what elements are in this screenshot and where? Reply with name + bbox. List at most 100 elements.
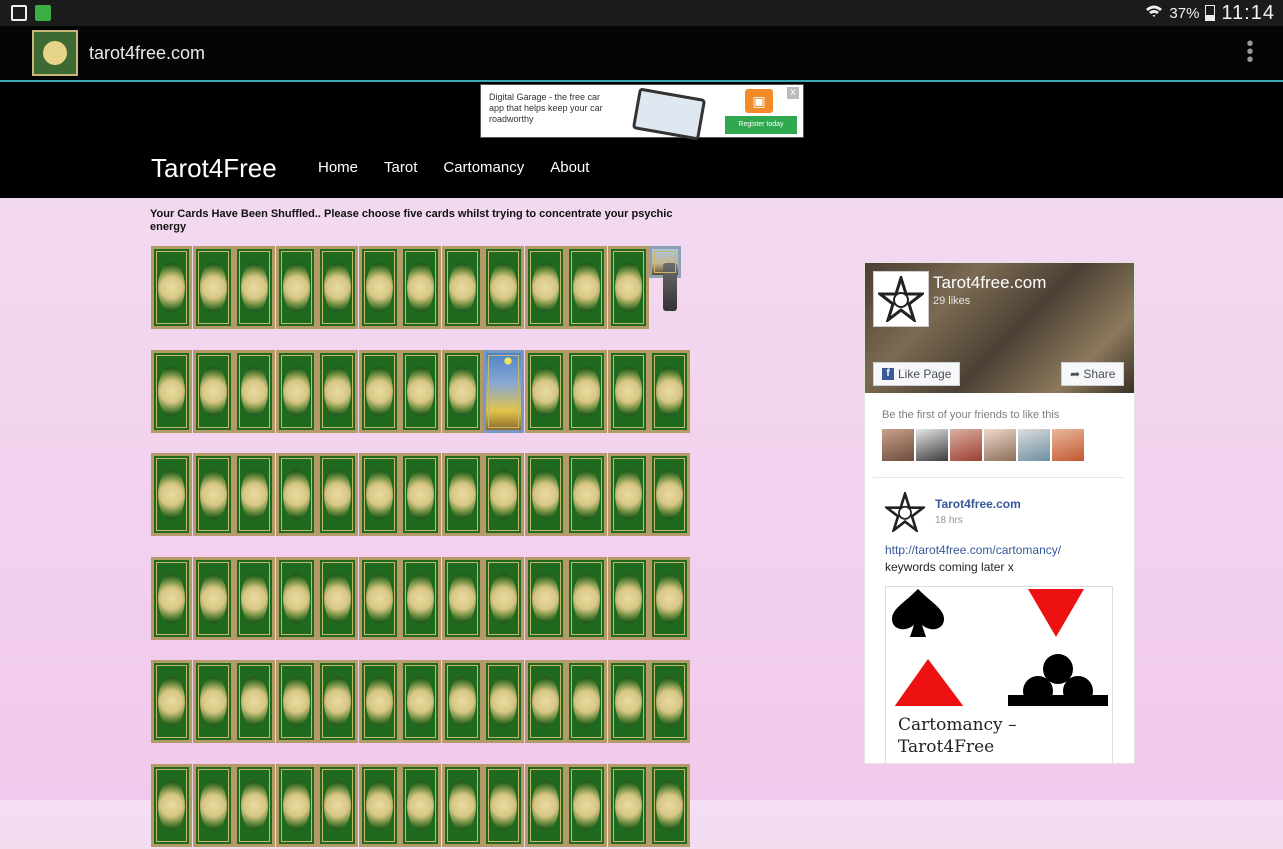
tarot-card-back[interactable] bbox=[234, 660, 275, 743]
tarot-card-back[interactable] bbox=[483, 557, 524, 640]
url-label[interactable]: tarot4free.com bbox=[89, 43, 205, 64]
fb-post-author[interactable]: Tarot4free.com bbox=[935, 497, 1021, 511]
ad-register-button[interactable]: Register today bbox=[725, 116, 797, 134]
fb-page-name[interactable]: Tarot4free.com bbox=[933, 273, 1046, 293]
tarot-card-back[interactable] bbox=[566, 660, 607, 743]
friend-avatar[interactable] bbox=[882, 429, 914, 461]
tarot-card-back[interactable] bbox=[317, 764, 358, 847]
tarot-card-back[interactable] bbox=[276, 350, 317, 433]
tarot-card-back[interactable] bbox=[317, 350, 358, 433]
tarot-card-back[interactable] bbox=[193, 453, 234, 536]
tarot-card-back[interactable] bbox=[649, 557, 690, 640]
tarot-card-back[interactable] bbox=[525, 453, 566, 536]
tarot-card-back[interactable] bbox=[234, 453, 275, 536]
tarot-card-back[interactable] bbox=[649, 350, 690, 433]
tarot-card-back[interactable] bbox=[400, 660, 441, 743]
tarot-card-back[interactable] bbox=[234, 557, 275, 640]
tarot-card-back[interactable] bbox=[193, 350, 234, 433]
fb-post-time[interactable]: 18 hrs bbox=[935, 515, 963, 526]
tarot-card-back[interactable] bbox=[317, 246, 358, 329]
tarot-card-back[interactable] bbox=[608, 764, 649, 847]
tarot-card-back[interactable] bbox=[234, 764, 275, 847]
tarot-card-back[interactable] bbox=[483, 453, 524, 536]
ad-close-icon[interactable]: x bbox=[787, 87, 799, 99]
tarot-card-back[interactable] bbox=[317, 557, 358, 640]
tarot-card-back[interactable] bbox=[276, 246, 317, 329]
tarot-card-back[interactable] bbox=[442, 350, 483, 433]
tarot-card-back[interactable] bbox=[151, 764, 192, 847]
tarot-card-back[interactable] bbox=[359, 453, 400, 536]
tarot-card-back[interactable] bbox=[400, 453, 441, 536]
friend-avatar[interactable] bbox=[1018, 429, 1050, 461]
friend-avatar[interactable] bbox=[984, 429, 1016, 461]
tarot-card-back[interactable] bbox=[483, 246, 524, 329]
tarot-card-back[interactable] bbox=[317, 453, 358, 536]
tarot-card-back[interactable] bbox=[234, 350, 275, 433]
tarot-card-back[interactable] bbox=[151, 246, 192, 329]
tarot-card-back[interactable] bbox=[525, 660, 566, 743]
ad-banner[interactable]: Digital Garage - the free car app that h… bbox=[480, 84, 804, 141]
tarot-card-back[interactable] bbox=[151, 660, 192, 743]
overflow-menu-icon[interactable]: • • • bbox=[1244, 34, 1256, 70]
tarot-card-back[interactable] bbox=[525, 764, 566, 847]
fb-share-button[interactable]: ➦ Share bbox=[1061, 362, 1125, 386]
tarot-card-back[interactable] bbox=[317, 660, 358, 743]
tarot-card-back[interactable] bbox=[483, 660, 524, 743]
tarot-card-back[interactable] bbox=[442, 557, 483, 640]
tarot-card-back[interactable] bbox=[566, 246, 607, 329]
fb-post-avatar[interactable] bbox=[882, 489, 928, 534]
tarot-card-back[interactable] bbox=[400, 246, 441, 329]
tarot-card-back[interactable] bbox=[442, 764, 483, 847]
tarot-card-back[interactable] bbox=[359, 246, 400, 329]
tarot-card-back[interactable] bbox=[193, 557, 234, 640]
tarot-card-back[interactable] bbox=[359, 350, 400, 433]
tarot-card-back[interactable] bbox=[483, 764, 524, 847]
tarot-card-back[interactable] bbox=[649, 453, 690, 536]
tarot-card-back[interactable] bbox=[608, 557, 649, 640]
nav-tarot[interactable]: Tarot bbox=[384, 159, 417, 176]
tarot-card-back[interactable] bbox=[649, 660, 690, 743]
tarot-card-back[interactable] bbox=[442, 660, 483, 743]
friend-avatar[interactable] bbox=[950, 429, 982, 461]
tarot-card-back[interactable] bbox=[193, 660, 234, 743]
tarot-card-back[interactable] bbox=[442, 246, 483, 329]
nav-home[interactable]: Home bbox=[318, 159, 358, 176]
tarot-card-back[interactable] bbox=[234, 246, 275, 329]
tarot-card-back[interactable] bbox=[151, 453, 192, 536]
tarot-card-back[interactable] bbox=[566, 453, 607, 536]
tarot-card-back[interactable] bbox=[442, 453, 483, 536]
tarot-card-back[interactable] bbox=[276, 557, 317, 640]
tarot-card-back[interactable] bbox=[525, 350, 566, 433]
tarot-card-back[interactable] bbox=[608, 660, 649, 743]
tarot-card-back[interactable] bbox=[566, 350, 607, 433]
tarot-card-back[interactable] bbox=[525, 557, 566, 640]
fb-like-page-button[interactable]: f Like Page bbox=[873, 362, 961, 386]
tarot-card-back[interactable] bbox=[276, 764, 317, 847]
tarot-card-back[interactable] bbox=[193, 764, 234, 847]
tarot-card-back[interactable] bbox=[359, 557, 400, 640]
fb-post-image[interactable] bbox=[885, 586, 1113, 708]
tarot-card-back[interactable] bbox=[359, 660, 400, 743]
tarot-card-back[interactable] bbox=[566, 764, 607, 847]
tarot-card-face-up[interactable] bbox=[649, 246, 681, 311]
nav-about[interactable]: About bbox=[550, 159, 589, 176]
tarot-card-back[interactable] bbox=[566, 557, 607, 640]
tarot-card-back[interactable] bbox=[400, 764, 441, 847]
fb-post-caption[interactable]: Cartomancy – Tarot4Free bbox=[885, 706, 1113, 763]
tarot-card-face-up[interactable] bbox=[483, 350, 524, 433]
tarot-card-back[interactable] bbox=[276, 453, 317, 536]
tarot-card-back[interactable] bbox=[525, 246, 566, 329]
tarot-card-back[interactable] bbox=[193, 246, 234, 329]
tarot-card-back[interactable] bbox=[276, 660, 317, 743]
nav-cartomancy[interactable]: Cartomancy bbox=[443, 159, 524, 176]
tarot-card-back[interactable] bbox=[359, 764, 400, 847]
friend-avatar[interactable] bbox=[916, 429, 948, 461]
tarot-card-back[interactable] bbox=[608, 246, 649, 329]
fb-page-logo[interactable] bbox=[873, 271, 929, 327]
tarot-card-back[interactable] bbox=[400, 557, 441, 640]
tarot-card-back[interactable] bbox=[400, 350, 441, 433]
tarot-card-back[interactable] bbox=[608, 350, 649, 433]
tarot-card-back[interactable] bbox=[608, 453, 649, 536]
tarot-card-back[interactable] bbox=[151, 350, 192, 433]
site-title[interactable]: Tarot4Free bbox=[151, 153, 277, 184]
